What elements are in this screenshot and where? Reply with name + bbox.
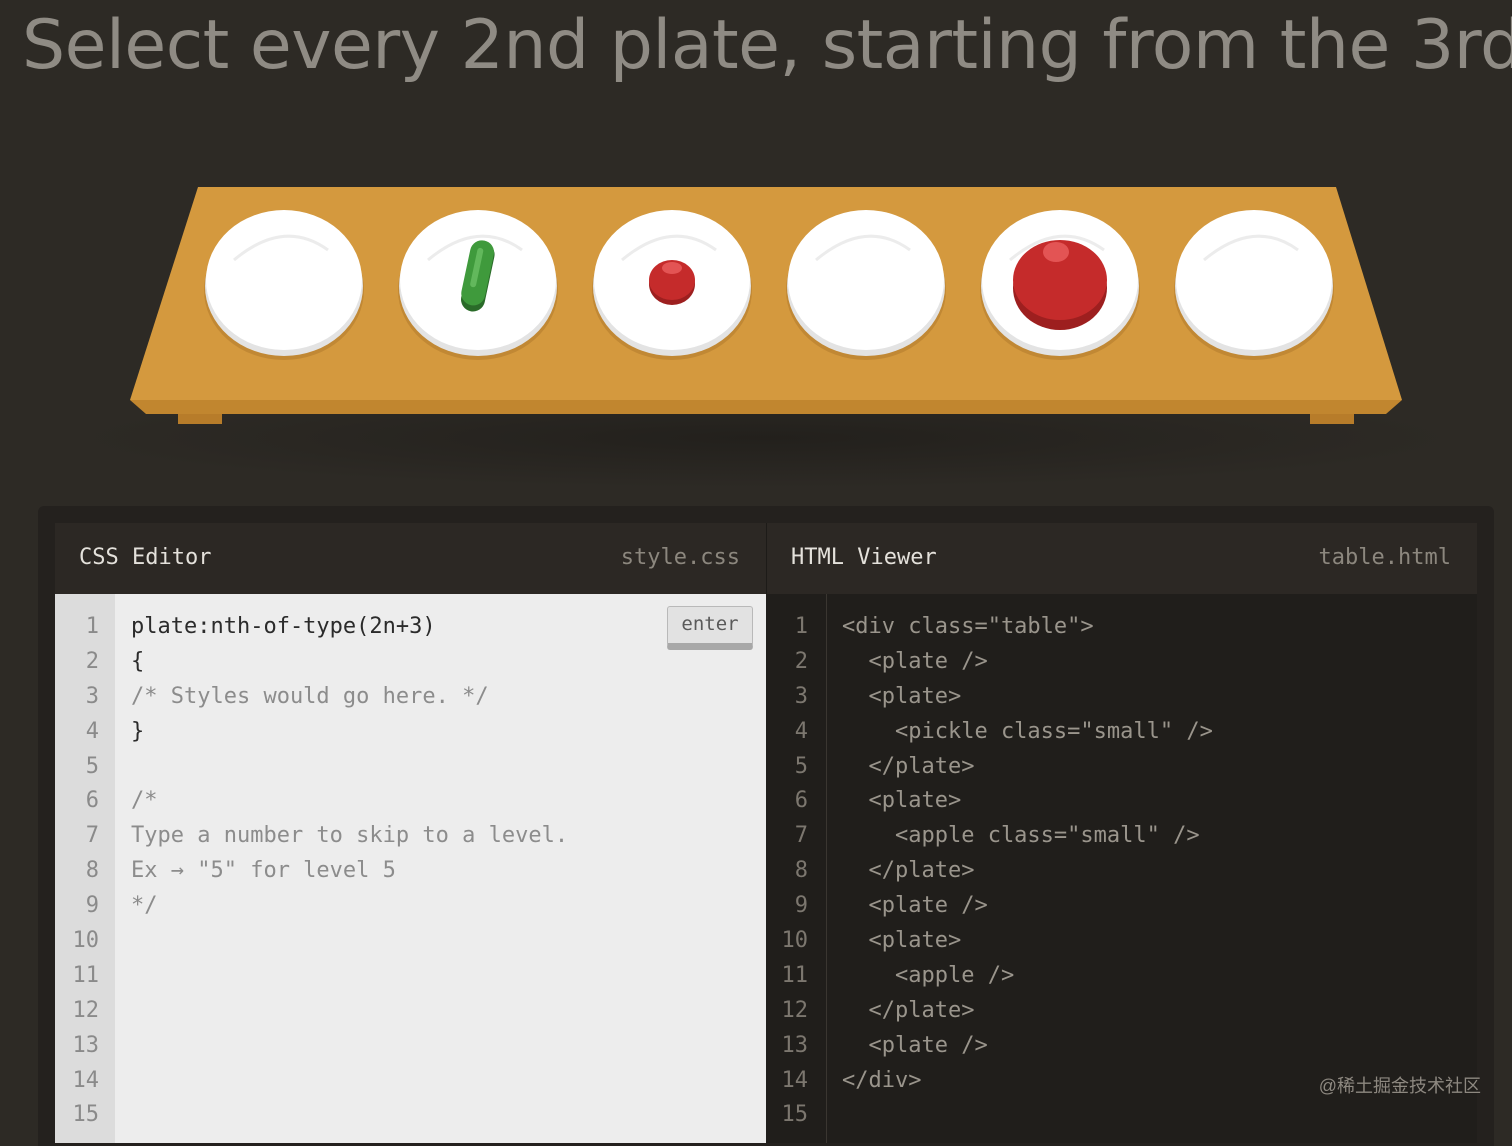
line-number: 3 bbox=[85, 683, 99, 709]
line-number: 11 bbox=[72, 962, 100, 988]
line-number: 6 bbox=[794, 788, 808, 814]
table-scene bbox=[0, 150, 1512, 490]
markup-line: <apple class="small" /> bbox=[842, 823, 1200, 849]
line-number: 4 bbox=[794, 718, 808, 744]
line-number: 14 bbox=[72, 1067, 100, 1093]
html-line-numbers: 1 2 3 4 5 6 7 8 9 10 11 12 13 14 15 bbox=[766, 594, 827, 1143]
line-number: 1 bbox=[85, 614, 99, 639]
line-number: 9 bbox=[794, 893, 808, 919]
markup-line: <plate> bbox=[842, 788, 962, 814]
line-number: 7 bbox=[794, 823, 808, 849]
level-instruction-title: Select every 2nd plate, starting from th… bbox=[22, 6, 1512, 85]
line-number: 5 bbox=[794, 753, 808, 779]
code-line: } bbox=[131, 718, 145, 744]
line-number: 2 bbox=[85, 648, 99, 674]
plate[interactable] bbox=[204, 210, 364, 360]
plate[interactable] bbox=[1174, 210, 1334, 360]
code-line: /* Styles would go here. */ bbox=[131, 683, 489, 709]
line-number: 10 bbox=[72, 928, 100, 954]
line-number: 14 bbox=[781, 1067, 809, 1093]
table-illustration bbox=[76, 187, 1456, 488]
line-number: 10 bbox=[781, 928, 809, 954]
css-editor-filename: style.css bbox=[620, 545, 740, 570]
markup-line: <plate /> bbox=[842, 1032, 988, 1058]
line-number: 13 bbox=[781, 1032, 809, 1058]
markup-line: </plate> bbox=[842, 753, 975, 779]
html-viewer-panel: HTML Viewer table.html 1 2 3 4 5 6 7 8 9 10 11 12 13… bbox=[766, 523, 1477, 1143]
line-number: 15 bbox=[781, 1102, 809, 1128]
html-code: <div class="table"> <plate /> <plate> <p… bbox=[842, 610, 1477, 1098]
code-line: */ bbox=[131, 893, 158, 919]
code-line: { bbox=[131, 648, 145, 674]
line-number: 6 bbox=[85, 788, 99, 814]
enter-button[interactable]: enter bbox=[667, 606, 753, 650]
css-editor-header: CSS Editor style.css bbox=[55, 523, 766, 594]
line-number: 11 bbox=[781, 962, 809, 988]
line-number: 9 bbox=[85, 893, 99, 919]
markup-line: <div class="table"> bbox=[842, 614, 1094, 639]
apple[interactable] bbox=[1013, 240, 1107, 330]
markup-line: <pickle class="small" /> bbox=[842, 718, 1213, 744]
code-line: /* bbox=[131, 788, 158, 814]
line-number: 4 bbox=[85, 718, 99, 744]
line-number: 13 bbox=[72, 1032, 100, 1058]
html-viewer-header: HTML Viewer table.html bbox=[766, 523, 1477, 594]
markup-line: </plate> bbox=[842, 997, 975, 1023]
line-number: 7 bbox=[85, 823, 99, 849]
table-edge bbox=[130, 400, 1402, 414]
line-number: 2 bbox=[794, 648, 808, 674]
css-editor-body[interactable]: 1 2 3 4 5 6 7 8 9 10 11 12 13 14 15 plate:nth-of-type(… bbox=[55, 594, 766, 1143]
html-viewer-filename: table.html bbox=[1318, 545, 1451, 570]
code-line: Ex → "5" for level 5 bbox=[131, 858, 396, 884]
line-number: 15 bbox=[72, 1102, 100, 1128]
line-number: 5 bbox=[85, 753, 99, 779]
line-number: 12 bbox=[72, 997, 100, 1023]
line-number: 8 bbox=[794, 858, 808, 884]
code-line: Type a number to skip to a level. bbox=[131, 823, 569, 849]
markup-line: <plate> bbox=[842, 683, 962, 709]
line-number: 3 bbox=[794, 683, 808, 709]
markup-line: <apple /> bbox=[842, 962, 1015, 988]
css-editor-panel: CSS Editor style.css 1 2 3 4 5 6 7 8 9 10 11 12 13 14… bbox=[55, 523, 766, 1143]
apple-small[interactable] bbox=[649, 260, 695, 305]
markup-line: </plate> bbox=[842, 858, 975, 884]
line-number: 1 bbox=[794, 614, 808, 639]
line-number: 12 bbox=[781, 997, 809, 1023]
css-line-numbers: 1 2 3 4 5 6 7 8 9 10 11 12 13 14 15 bbox=[55, 594, 115, 1143]
html-viewer-body: 1 2 3 4 5 6 7 8 9 10 11 12 13 14 15 <div class="table"… bbox=[766, 594, 1477, 1143]
css-code-input[interactable]: plate:nth-of-type(2n+3){/* Styles would … bbox=[131, 610, 766, 924]
css-editor-title: CSS Editor bbox=[79, 545, 212, 570]
markup-line: <plate> bbox=[842, 928, 962, 954]
markup-line: <plate /> bbox=[842, 648, 988, 674]
plate[interactable] bbox=[786, 210, 946, 360]
watermark: @稀土掘金技术社区 bbox=[1318, 1076, 1481, 1096]
markup-line: <plate /> bbox=[842, 893, 988, 919]
html-viewer-title: HTML Viewer bbox=[791, 545, 937, 570]
line-number: 8 bbox=[85, 858, 99, 884]
